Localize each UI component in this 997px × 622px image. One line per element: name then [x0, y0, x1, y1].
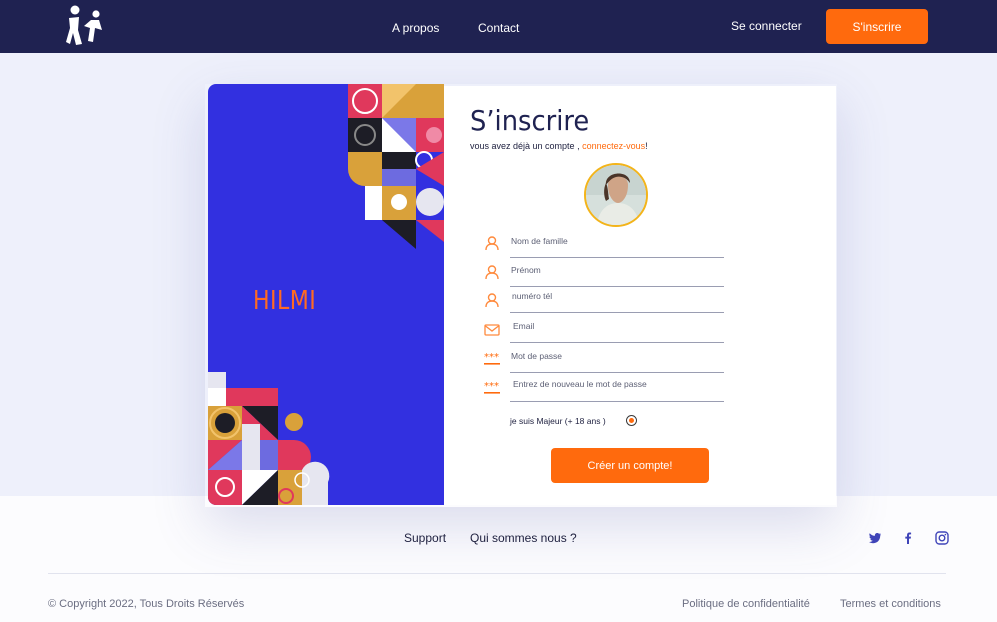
brand-name: HILMI [253, 286, 317, 316]
login-prompt: vous avez déjà un compte , connectez-vou… [470, 141, 648, 151]
user-icon [485, 293, 499, 308]
last-name-field[interactable]: Nom de famille [482, 232, 724, 258]
svg-text:***: *** [484, 381, 499, 392]
phone-placeholder: numéro tél [512, 291, 553, 301]
phone-field[interactable]: numéro tél [482, 287, 724, 313]
people-logo-icon[interactable] [64, 4, 106, 48]
copyright-text: © Copyright 2022, Tous Droits Réservés [48, 598, 245, 610]
facebook-icon[interactable] [901, 531, 915, 545]
signup-form-panel: S’inscrire vous avez déjà un compte , co… [444, 86, 836, 505]
nav-link-a-propos[interactable]: A propos [392, 21, 439, 35]
first-name-field[interactable]: Prénom [482, 261, 724, 287]
first-name-placeholder: Prénom [511, 265, 541, 275]
confirm-password-placeholder: Entrez de nouveau le mot de passe [513, 379, 647, 389]
password-placeholder: Mot de passe [511, 351, 563, 361]
terms-link[interactable]: Termes et conditions [840, 598, 941, 610]
user-icon [485, 265, 499, 280]
privacy-policy-link[interactable]: Politique de confidentialité [682, 598, 810, 610]
signup-button[interactable]: S'inscrire [826, 9, 928, 44]
field-underline [510, 312, 724, 313]
adult-checkbox-label: je suis Majeur (+ 18 ans ) [510, 416, 606, 426]
field-underline [510, 372, 724, 373]
login-link[interactable]: Se connecter [731, 19, 802, 33]
twitter-icon[interactable] [868, 531, 882, 545]
profile-photo [586, 165, 646, 225]
user-icon [485, 236, 499, 251]
instagram-icon[interactable] [935, 531, 949, 545]
email-field[interactable]: Email [482, 317, 724, 343]
create-account-button[interactable]: Créer un compte! [551, 448, 709, 483]
profile-avatar[interactable] [584, 163, 648, 227]
footer-link-about[interactable]: Qui sommes nous ? [470, 531, 577, 545]
footer-link-support[interactable]: Support [404, 531, 446, 545]
form-title: S’inscrire [470, 104, 590, 137]
field-underline [510, 257, 724, 258]
confirm-password-field[interactable]: *** Entrez de nouveau le mot de passe [482, 375, 724, 402]
svg-text:***: *** [484, 352, 499, 363]
password-field[interactable]: *** Mot de passe [482, 347, 724, 373]
login-prompt-text: vous avez déjà un compte , [470, 141, 580, 151]
password-icon: *** [484, 352, 500, 365]
mail-icon [484, 324, 500, 336]
brand-panel: HILMI [208, 84, 444, 505]
nav-link-contact[interactable]: Contact [478, 21, 519, 35]
email-placeholder: Email [513, 321, 535, 331]
last-name-placeholder: Nom de famille [511, 236, 568, 246]
login-link-inline[interactable]: connectez-vous [582, 141, 645, 151]
password-icon: *** [484, 381, 500, 394]
geometric-pattern-illustration [208, 84, 444, 505]
field-underline [510, 401, 724, 402]
login-prompt-suffix: ! [645, 141, 648, 151]
field-underline [510, 342, 724, 343]
footer-divider [48, 573, 946, 574]
top-navbar: A propos Contact Se connecter S'inscrire [0, 0, 997, 53]
adult-radio[interactable] [626, 415, 637, 426]
